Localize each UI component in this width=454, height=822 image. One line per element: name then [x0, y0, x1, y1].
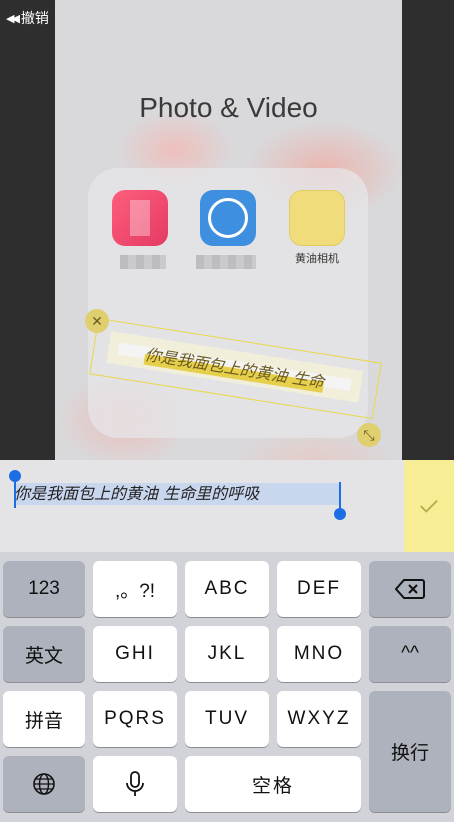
undo-label: 撤销 [20, 10, 49, 26]
rewind-icon: ◀◀ [6, 12, 20, 25]
delete-key[interactable] [369, 561, 451, 617]
key-jkl[interactable]: JKL [185, 626, 269, 682]
app-label-blurred [196, 255, 256, 269]
key-wxyz[interactable]: WXYZ [277, 691, 361, 747]
globe-icon [33, 773, 55, 795]
key-english[interactable]: 英文 [3, 626, 85, 682]
key-punctuation[interactable]: ,。?! [93, 561, 177, 617]
globe-key[interactable] [3, 756, 85, 812]
backspace-icon [395, 579, 425, 599]
app-label: 黄油相机 [295, 253, 339, 265]
key-abc[interactable]: ABC [185, 561, 269, 617]
close-icon: ✕ [91, 312, 103, 329]
selection-end-line [339, 482, 341, 510]
folder-title: Photo & Video [139, 92, 318, 123]
microphone-key[interactable] [93, 756, 177, 812]
text-input-bar [0, 460, 404, 552]
text-input-field[interactable]: 你是我面包上的黄油 生命里的呼吸 [14, 483, 339, 505]
confirm-button[interactable] [404, 460, 454, 552]
microphone-icon [126, 771, 144, 796]
check-icon [420, 499, 438, 513]
key-pqrs[interactable]: PQRS [93, 691, 177, 747]
selection-end-handle[interactable] [334, 508, 346, 520]
selection-start-line [14, 480, 16, 508]
key-mno[interactable]: MNO [277, 626, 361, 682]
pink-app-icon[interactable] [112, 190, 168, 246]
emoticon-key[interactable]: ^^ [369, 626, 451, 682]
space-key[interactable]: 空格 [185, 756, 361, 812]
sticker-delete-handle[interactable]: ✕ [85, 309, 109, 333]
undo-button[interactable]: ◀◀ 撤销 [6, 8, 49, 28]
keyboard: 123 ,。?! ABC DEF 英文 GHI JKL MNO ^^ 拼音 PQ… [0, 552, 454, 822]
key-tuv[interactable]: TUV [185, 691, 269, 747]
butter-camera-icon[interactable] [289, 190, 345, 246]
key-ghi[interactable]: GHI [93, 626, 177, 682]
app-label-blurred [120, 255, 166, 269]
key-123[interactable]: 123 [3, 561, 85, 617]
right-dark-panel [402, 0, 454, 460]
key-def[interactable]: DEF [277, 561, 361, 617]
resize-icon: ⤡ [363, 426, 375, 443]
key-pinyin[interactable]: 拼音 [3, 691, 85, 747]
sticker-resize-handle[interactable]: ⤡ [357, 423, 381, 447]
return-key[interactable]: 换行 [369, 691, 451, 812]
blue-camera-app-icon[interactable] [200, 190, 256, 246]
